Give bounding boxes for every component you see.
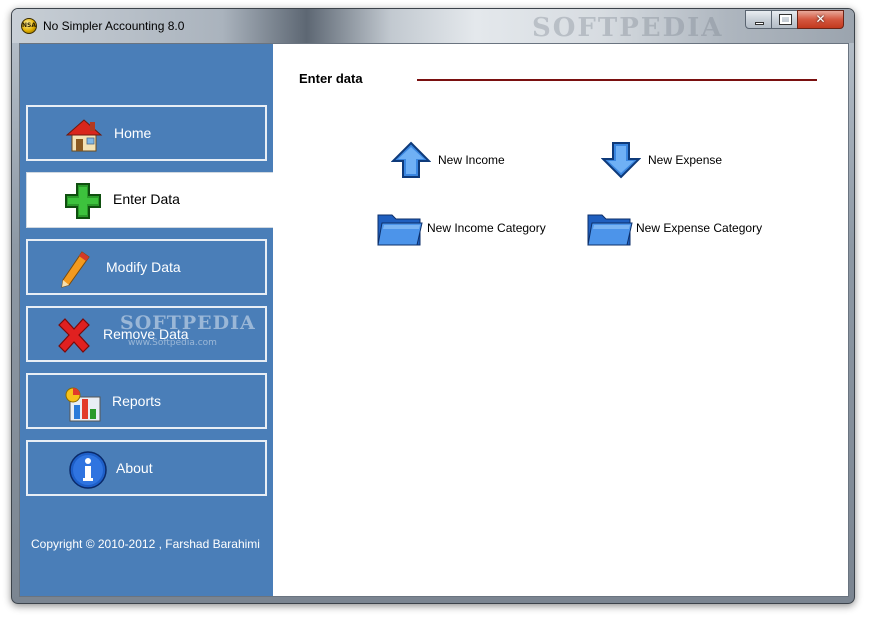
sidebar: Home Enter Data Modify Data Remove Data … (20, 44, 273, 596)
app-window: NSA No Simpler Accounting 8.0 SOFTPEDIA … (11, 8, 855, 604)
sidebar-item-enter-data[interactable]: Enter Data (26, 172, 273, 228)
green-plus-icon (65, 183, 101, 219)
softpedia-watermark-url: www.Softpedia.com (128, 338, 217, 348)
sidebar-item-label: Reports (112, 393, 162, 409)
app-icon[interactable]: NSA (21, 18, 37, 34)
house-icon (65, 119, 103, 152)
close-button[interactable]: ✕ (797, 10, 844, 29)
sidebar-item-reports[interactable]: Reports (26, 373, 267, 429)
sidebar-item-modify-data[interactable]: Modify Data (26, 239, 267, 295)
sidebar-item-label: Enter Data (113, 191, 180, 207)
titlebar-watermark: SOFTPEDIA (532, 13, 724, 43)
pen-icon (61, 251, 90, 288)
sidebar-item-label: Home (114, 125, 152, 141)
close-icon: ✕ (815, 12, 826, 26)
action-label: New Expense (648, 153, 723, 167)
sidebar-item-home[interactable]: Home (26, 105, 267, 161)
sidebar-item-label: About (116, 460, 153, 476)
copyright-text: Copyright © 2010-2012 , Farshad Barahimi (31, 537, 260, 551)
info-icon (69, 451, 107, 489)
action-label: New Expense Category (636, 221, 763, 235)
title-bar[interactable]: NSA No Simpler Accounting 8.0 SOFTPEDIA … (12, 9, 854, 43)
folder-icon (377, 214, 423, 246)
sidebar-item-about[interactable]: About (26, 440, 267, 496)
folder-icon (587, 214, 633, 246)
maximize-icon (779, 14, 792, 25)
app-icon-text: NSA (22, 22, 36, 29)
minimize-icon (755, 22, 764, 25)
down-arrow-icon (601, 142, 641, 179)
action-label: New Income Category (427, 221, 546, 235)
chart-icon (65, 387, 101, 422)
client-area: Home Enter Data Modify Data Remove Data … (19, 43, 849, 597)
softpedia-watermark: SOFTPEDIA (120, 312, 256, 334)
section-divider (417, 79, 817, 81)
sidebar-item-label: Modify Data (106, 259, 181, 275)
maximize-button[interactable] (771, 10, 798, 29)
minimize-button[interactable] (745, 10, 772, 29)
action-label: New Income (438, 153, 505, 167)
red-x-icon (58, 318, 90, 353)
window-title: No Simpler Accounting 8.0 (43, 19, 185, 33)
up-arrow-icon (391, 141, 431, 178)
section-title: Enter data (299, 71, 363, 86)
